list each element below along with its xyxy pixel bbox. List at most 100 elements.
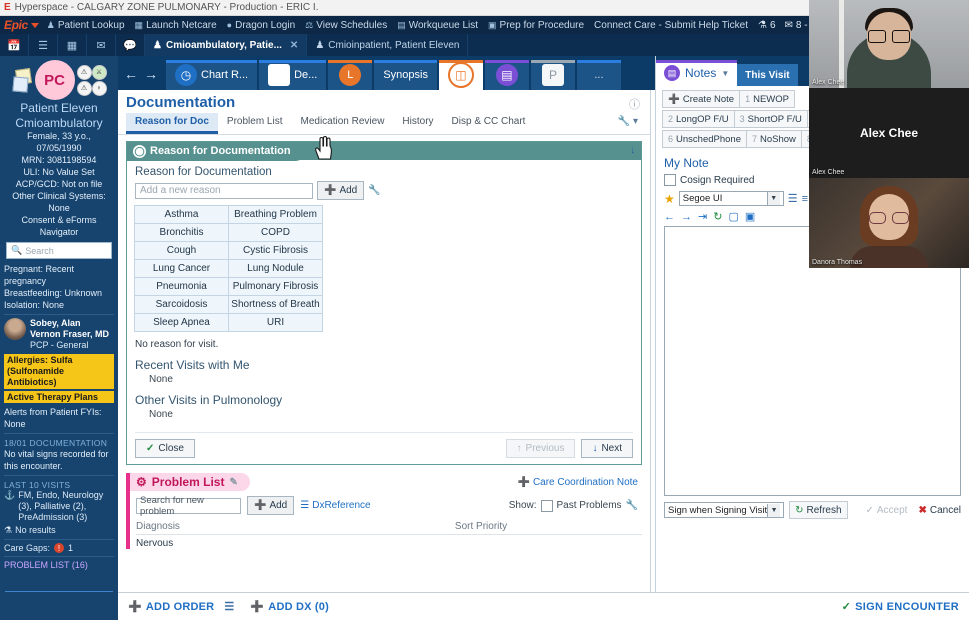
- tab-reason-for-doc[interactable]: Reason for Doc: [126, 113, 218, 134]
- tab-history[interactable]: History: [393, 113, 442, 134]
- add-reason-button[interactable]: ➕ Add: [317, 181, 364, 200]
- tab-this-visit[interactable]: This Visit: [737, 64, 797, 86]
- allergies-banner[interactable]: Allergies: Sulfa (Sulfonamide Antibiotic…: [4, 354, 114, 389]
- allergy-icon[interactable]: ⚠: [77, 65, 92, 80]
- reason-button[interactable]: Cystic Fibrosis: [228, 241, 323, 260]
- chevron-down-icon[interactable]: ▼: [767, 192, 780, 205]
- menu-item-view-schedules[interactable]: ⚖ View Schedules: [305, 20, 387, 31]
- smarttext-icon[interactable]: ▣: [745, 210, 755, 223]
- chat-icon[interactable]: 💬: [116, 34, 145, 56]
- tab-notes[interactable]: ▤ Notes ▼: [656, 60, 737, 86]
- pencil-icon[interactable]: ✎: [229, 477, 237, 488]
- video-tile-shared[interactable]: Alex Chee Alex Chee: [809, 88, 969, 178]
- activity-tab-more[interactable]: ...: [577, 60, 621, 90]
- workspace-tab-cmioambulatory[interactable]: ♟ Cmioambulatory, Patie... ✕: [145, 34, 307, 56]
- care-gaps-row[interactable]: Care Gaps: ! 1: [4, 543, 114, 553]
- quick-button-newop[interactable]: 1 NEWOP: [739, 90, 795, 108]
- pregnancy-icon[interactable]: ♀: [92, 81, 107, 96]
- reason-button[interactable]: COPD: [228, 223, 323, 242]
- quick-button-shortop-fu[interactable]: 3 ShortOP F/U: [734, 110, 808, 128]
- forward-arrow-icon[interactable]: →: [681, 211, 692, 223]
- quick-button-unschedphone[interactable]: 6 UnschedPhone: [662, 130, 747, 148]
- problem-list-header[interactable]: ⚙ Problem List ✎: [130, 473, 250, 491]
- activity-tab-documentation[interactable]: ◫: [439, 60, 483, 90]
- reason-button[interactable]: Cough: [134, 241, 229, 260]
- reason-button[interactable]: Lung Cancer: [134, 259, 229, 278]
- table-row[interactable]: Nervous: [136, 538, 642, 549]
- sign-option-select[interactable]: Sign when Signing Visit ▼: [664, 502, 784, 518]
- provider-block[interactable]: Sobey, Alan Vernon Fraser, MD PCP - Gene…: [4, 318, 114, 351]
- reason-button[interactable]: Pneumonia: [134, 277, 229, 296]
- reason-button[interactable]: Pulmonary Fibrosis: [228, 277, 323, 296]
- problem-search-input[interactable]: Search for new problem: [136, 498, 241, 514]
- collapse-icon[interactable]: ↓: [630, 145, 635, 156]
- add-dx-button[interactable]: ➕ ADD DX (0): [250, 600, 329, 613]
- calendar-icon[interactable]: 📅: [0, 34, 29, 56]
- tab-problem-list[interactable]: Problem List: [218, 113, 292, 134]
- dx-reference-link[interactable]: ☰ DxReference: [300, 500, 370, 511]
- epic-menu-caret-icon[interactable]: [31, 23, 39, 28]
- font-family-select[interactable]: Segoe UI ▼: [679, 191, 784, 206]
- video-tile-participant[interactable]: Danora Thomas: [809, 178, 969, 268]
- video-tile-self[interactable]: Alex Chee: [809, 0, 969, 88]
- reason-button[interactable]: Breathing Problem: [228, 205, 323, 224]
- menu-item-dragon-login[interactable]: ● Dragon Login: [227, 20, 295, 31]
- reason-button[interactable]: Asthma: [134, 205, 229, 224]
- no-smoking-icon[interactable]: ⚠: [77, 81, 92, 96]
- activity-tab-p[interactable]: P: [531, 60, 575, 90]
- smartphrase-icon[interactable]: ▢: [728, 210, 738, 223]
- order-sets-icon[interactable]: ☰: [224, 600, 234, 613]
- consent-eforms-navigator-link[interactable]: Consent & eForms Navigator: [4, 214, 114, 238]
- tab-medication-review[interactable]: Medication Review: [291, 113, 393, 134]
- numbered-list-icon[interactable]: ≡: [802, 193, 808, 205]
- back-arrow-icon[interactable]: ←: [664, 211, 675, 223]
- workspace-tab-cmioinpatient[interactable]: ♟ Cmioinpatient, Patient Eleven: [307, 34, 468, 56]
- reason-button[interactable]: Sarcoidosis: [134, 295, 229, 314]
- chevron-down-icon[interactable]: ▼: [721, 69, 729, 78]
- reason-button[interactable]: Shortness of Breath: [228, 295, 323, 314]
- menu-item-connect-care-help[interactable]: Connect Care - Submit Help Ticket: [594, 20, 748, 31]
- activity-tab-synopsis[interactable]: Synopsis: [374, 60, 437, 90]
- previous-button[interactable]: ↑ Previous: [506, 439, 576, 458]
- activity-tab-rolodex[interactable]: ▤: [485, 60, 529, 90]
- forward-arrow-icon[interactable]: →: [144, 66, 158, 82]
- past-problems-checkbox[interactable]: [541, 500, 553, 512]
- quick-button-noshow[interactable]: 7 NoShow: [746, 130, 802, 148]
- reason-button[interactable]: URI: [228, 313, 323, 332]
- tab-disp-cc-chart[interactable]: Disp & CC Chart: [443, 113, 535, 134]
- reason-section-header[interactable]: ◯ Reason for Documentation: [127, 142, 305, 161]
- wrench-icon[interactable]: 🔧: [626, 500, 638, 511]
- menu-item-workqueue-list[interactable]: ▤ Workqueue List: [397, 20, 478, 31]
- wrench-icon[interactable]: 🔧 ▾: [614, 113, 642, 134]
- immunization-icon[interactable]: ⚔: [92, 65, 107, 80]
- active-therapy-plans-banner[interactable]: Active Therapy Plans: [4, 391, 114, 403]
- refresh-icon[interactable]: ↻: [713, 210, 722, 223]
- back-arrow-icon[interactable]: ←: [124, 66, 138, 82]
- reason-button[interactable]: Lung Nodule: [228, 259, 323, 278]
- epic-logo[interactable]: Epic: [4, 18, 28, 32]
- menu-item-patient-lookup[interactable]: ♟ Patient Lookup: [47, 20, 125, 31]
- insert-smartlink-icon[interactable]: ⇥: [698, 210, 707, 223]
- close-button[interactable]: ✓ Close: [135, 439, 195, 458]
- reason-button[interactable]: Sleep Apnea: [134, 313, 229, 332]
- create-note-button[interactable]: ➕ Create Note: [662, 90, 740, 108]
- reports-icon[interactable]: ▦: [58, 34, 87, 56]
- menu-item-prep-for-procedure[interactable]: ▣ Prep for Procedure: [488, 20, 584, 31]
- chevron-down-icon[interactable]: ▼: [767, 504, 780, 517]
- activity-tab-demographics[interactable]: ▣ De...: [259, 60, 326, 90]
- help-circle-icon[interactable]: ⓘ: [629, 96, 640, 112]
- activity-tab-letters[interactable]: L: [328, 60, 372, 90]
- close-icon[interactable]: ✕: [290, 40, 298, 51]
- menu-item-launch-netcare[interactable]: ▦ Launch Netcare: [135, 20, 217, 31]
- lab-count[interactable]: ⚗ 6: [758, 20, 776, 31]
- wrench-icon[interactable]: 🔧: [368, 185, 380, 196]
- add-order-button[interactable]: ➕ ADD ORDER ☰: [128, 600, 234, 613]
- care-coordination-note-link[interactable]: ➕ Care Coordination Note: [517, 477, 642, 488]
- patient-list-icon[interactable]: ☰: [29, 34, 58, 56]
- sidebar-search-input[interactable]: 🔍 Search: [6, 242, 112, 259]
- sidebar-problem-list-link[interactable]: PROBLEM LIST (16): [4, 560, 114, 570]
- activity-tab-chart-review[interactable]: ◷ Chart R...: [166, 60, 257, 90]
- accept-button[interactable]: ✓ Accept: [866, 505, 914, 516]
- quick-button-longop-fu[interactable]: 2 LongOP F/U: [662, 110, 735, 128]
- video-conference-overlay[interactable]: Alex Chee Alex Chee Alex Chee Danora Tho…: [809, 0, 969, 268]
